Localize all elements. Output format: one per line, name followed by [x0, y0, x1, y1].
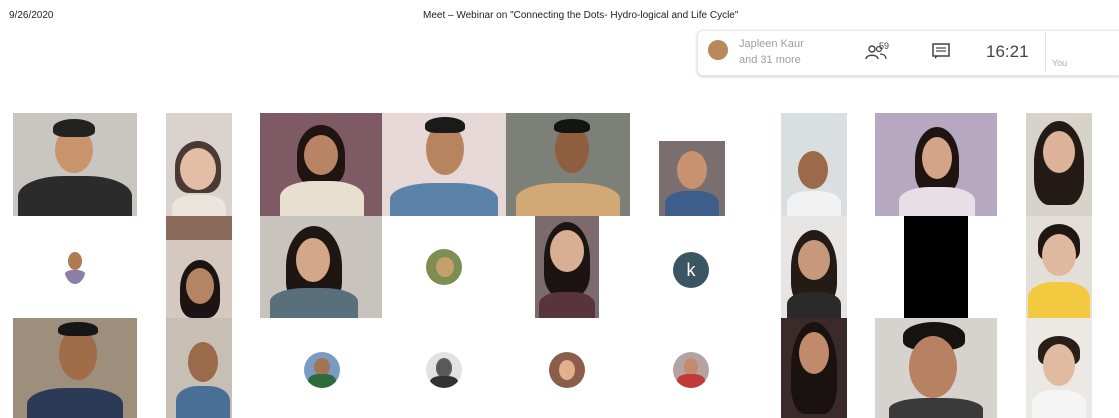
participant-avatar[interactable] [426, 249, 462, 285]
participant-video-tile[interactable] [875, 113, 997, 216]
participant-video-tile[interactable] [382, 113, 506, 216]
participant-video-tile[interactable] [1026, 318, 1092, 418]
participant-hair [425, 117, 465, 133]
participant-avatar[interactable] [426, 352, 462, 388]
participant-video-tile[interactable] [13, 318, 137, 418]
people-count: 59 [879, 41, 890, 51]
participant-initial-avatar[interactable]: k [673, 252, 709, 288]
participant-avatar[interactable] [64, 250, 86, 284]
participant-shirt [539, 292, 595, 318]
participant-video-tile[interactable] [904, 216, 968, 318]
participant-shirt [390, 183, 498, 216]
participant-avatar[interactable] [304, 352, 340, 388]
participant-shirt [787, 292, 841, 318]
participant-face [296, 238, 330, 282]
participant-shirt [1028, 282, 1090, 318]
participant-video-tile[interactable] [1026, 216, 1092, 318]
participant-face [1043, 344, 1075, 386]
presenter-avatar [708, 40, 728, 60]
participant-avatar[interactable] [673, 352, 709, 388]
participant-shirt [18, 176, 132, 216]
participant-video-tile[interactable] [13, 113, 137, 216]
participant-face [559, 360, 575, 380]
participant-video-tile[interactable] [535, 216, 599, 318]
participant-face [188, 342, 218, 382]
participant-video-tile[interactable] [781, 113, 847, 216]
participant-video-tile[interactable] [260, 216, 382, 318]
participant-video-tile[interactable] [781, 216, 847, 318]
participant-hair [53, 119, 95, 137]
capture-date: 9/26/2020 [9, 10, 54, 21]
participant-hair [58, 322, 98, 336]
participant-face [677, 151, 707, 189]
participant-background [166, 216, 232, 240]
self-label: You [1052, 58, 1068, 68]
participant-face [68, 252, 82, 270]
participant-face [550, 230, 584, 272]
participant-shirt [430, 376, 458, 388]
presenter-more: and 31 more [739, 54, 801, 66]
participant-shirt [176, 386, 230, 418]
participant-face [186, 268, 214, 304]
clock-time: 16:21 [986, 42, 1029, 61]
participant-video-tile[interactable] [1026, 113, 1092, 216]
participant-shirt [889, 398, 983, 418]
participant-video-tile[interactable] [166, 113, 232, 216]
participant-face [798, 151, 828, 189]
participant-shirt [665, 191, 719, 216]
presenter-name: Japleen Kaur [739, 38, 804, 50]
participant-video-tile[interactable] [875, 318, 997, 418]
participant-video-tile[interactable] [506, 113, 630, 216]
participant-face [799, 332, 829, 374]
participant-shirt [64, 270, 86, 284]
participant-shirt [172, 195, 226, 216]
participant-face [798, 240, 830, 280]
participant-face [180, 148, 216, 190]
participant-shirt [27, 388, 123, 418]
panel-divider [1045, 33, 1046, 71]
participant-face [922, 137, 952, 179]
participant-face [1042, 234, 1076, 276]
meeting-info-panel: Japleen Kaur and 31 more 59 16:21 You [697, 30, 1119, 76]
participant-shirt [280, 181, 364, 216]
participant-shirt [516, 183, 620, 216]
participant-shirt [677, 374, 705, 388]
participant-avatar[interactable] [549, 352, 585, 388]
participant-shirt [308, 374, 336, 388]
participant-hair [554, 119, 590, 133]
meeting-title: Meet – Webinar on "Connecting the Dots- … [423, 10, 739, 21]
participant-shirt [899, 187, 975, 216]
participant-face [436, 358, 452, 378]
participant-shirt [270, 288, 358, 318]
participant-face [436, 257, 454, 277]
participant-video-tile[interactable] [260, 113, 382, 216]
participant-video-tile[interactable] [166, 318, 232, 418]
chat-icon[interactable] [932, 43, 950, 59]
participant-video-tile[interactable] [166, 216, 232, 318]
participant-face [1043, 131, 1075, 173]
participant-face [909, 336, 957, 398]
participant-video-tile[interactable] [659, 113, 725, 216]
participant-shirt [787, 191, 841, 216]
participant-shirt [1032, 390, 1086, 418]
participant-video-tile[interactable] [781, 318, 847, 418]
participant-face [304, 135, 338, 175]
